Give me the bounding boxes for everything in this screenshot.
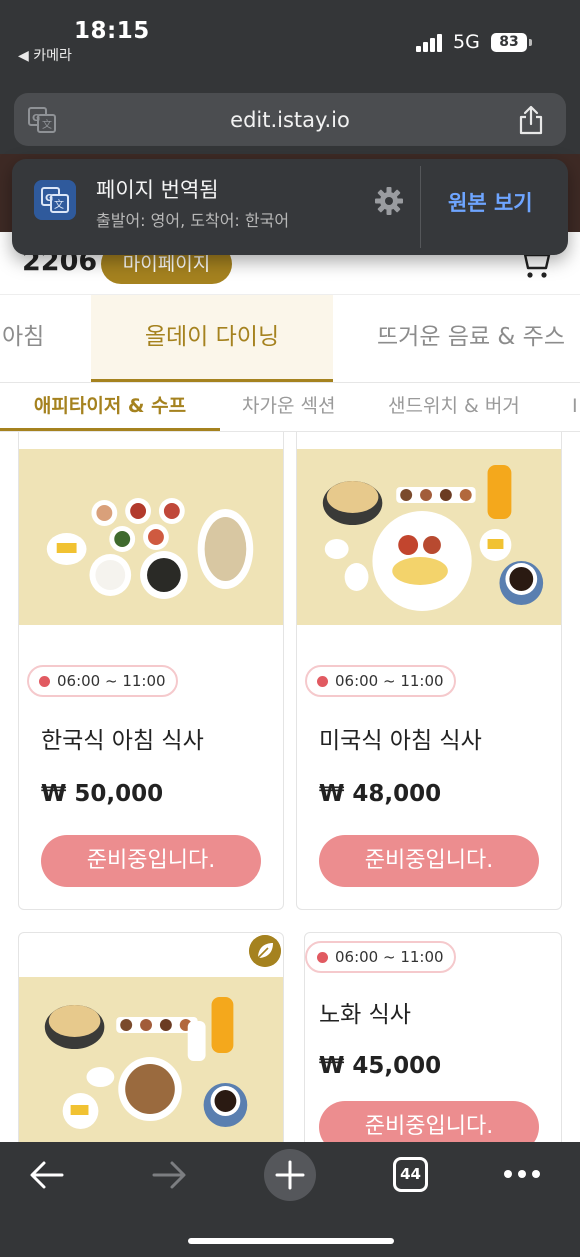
menu-item-name: 미국식 아침 식사 [319, 728, 482, 754]
category-tabs: 아침 올데이 다이닝 뜨거운 음료 & 주스 [0, 294, 580, 383]
browser-address-area: G 文 edit.istay.io [0, 92, 580, 154]
hours-text: 06:00 ~ 11:00 [335, 948, 444, 966]
battery-tip [529, 39, 532, 46]
translate-subtitle: 출발어: 영어, 도착어: 한국어 [96, 211, 290, 230]
status-dot-icon [317, 676, 328, 687]
hours-badge: 06:00 ~ 11:00 [305, 941, 456, 973]
hours-text: 06:00 ~ 11:00 [57, 672, 166, 690]
hours-badge: 06:00 ~ 11:00 [305, 665, 456, 697]
tabs-count-button[interactable]: 44 [393, 1157, 428, 1192]
menu-item-price: ₩ 48,000 [319, 781, 442, 807]
preparing-button[interactable]: 준비중입니다. [41, 835, 261, 887]
status-time: 18:15 [74, 18, 150, 44]
menu-card-american-breakfast[interactable]: 06:00 ~ 11:00 미국식 아침 식사 ₩ 48,000 준비중입니다. [296, 432, 562, 910]
menu-card-korean-breakfast[interactable]: 06:00 ~ 11:00 한국식 아침 식사 ₩ 50,000 준비중입니다. [18, 432, 284, 910]
korean-breakfast-image [19, 449, 283, 625]
tab-breakfast[interactable]: 아침 [0, 295, 88, 383]
forward-arrow-icon[interactable] [150, 1160, 188, 1190]
status-dot-icon [317, 952, 328, 963]
preparing-button[interactable]: 준비중입니다. [319, 1101, 539, 1142]
svg-text:G: G [45, 193, 53, 204]
status-bar: 18:15 ◀ 카메라 5G 83 [0, 0, 580, 92]
more-options-icon[interactable] [503, 1169, 541, 1179]
hours-text: 06:00 ~ 11:00 [335, 672, 444, 690]
status-dot-icon [39, 676, 50, 687]
menu-item-name: 노화 식사 [319, 1002, 411, 1028]
hours-badge: 06:00 ~ 11:00 [27, 665, 178, 697]
healthy-breakfast-image [19, 977, 283, 1142]
gear-icon[interactable] [374, 186, 404, 216]
back-to-app-link[interactable]: ◀ 카메라 [18, 45, 72, 65]
new-tab-plus-icon[interactable] [263, 1148, 317, 1202]
menu-card-senior-meal[interactable]: 06:00 ~ 11:00 노화 식사 ₩ 45,000 준비중입니다. [304, 932, 562, 1142]
network-type: 5G [453, 31, 480, 53]
home-indicator [188, 1238, 394, 1244]
menu-card-healthy-breakfast[interactable] [18, 932, 284, 1142]
tab-hot-drinks-juice[interactable]: 뜨거운 음료 & 주스 [377, 295, 580, 383]
address-bar[interactable]: G 文 edit.istay.io [14, 93, 566, 146]
svg-text:文: 文 [54, 198, 64, 211]
subtab-sandwich-burger[interactable]: 샌드위치 & 버거 [388, 383, 520, 431]
url-text[interactable]: edit.istay.io [14, 108, 566, 132]
tab-all-day-dining[interactable]: 올데이 다이닝 [91, 295, 333, 383]
menu-grid: 06:00 ~ 11:00 한국식 아침 식사 ₩ 50,000 준비중입니다.… [0, 432, 580, 1142]
google-translate-icon: G 文 [34, 180, 76, 220]
american-breakfast-image [297, 449, 561, 625]
leaf-badge-icon [249, 935, 281, 967]
battery-icon: 83 [491, 33, 527, 52]
menu-item-name: 한국식 아침 식사 [41, 728, 204, 754]
cellular-signal-icon [416, 34, 446, 52]
view-original-button[interactable]: 원본 보기 [448, 187, 533, 217]
menu-item-price: ₩ 50,000 [41, 781, 164, 807]
subcategory-tabs: 애피타이저 & 수프 차가운 섹션 샌드위치 & 버거 I [0, 382, 580, 432]
back-arrow-icon[interactable] [28, 1160, 66, 1190]
translate-popup: G 文 페이지 번역됨 출발어: 영어, 도착어: 한국어 원본 보기 [12, 159, 568, 255]
popup-divider [420, 166, 421, 248]
subtab-appetizer-soup[interactable]: 애피타이저 & 수프 [0, 383, 220, 431]
subtab-cold-section[interactable]: 차가운 섹션 [242, 383, 335, 431]
subtab-more-cutoff[interactable]: I [572, 383, 580, 431]
preparing-button[interactable]: 준비중입니다. [319, 835, 539, 887]
menu-item-price: ₩ 45,000 [319, 1053, 442, 1079]
translate-title: 페이지 번역됨 [96, 178, 219, 202]
share-icon[interactable] [518, 105, 544, 135]
